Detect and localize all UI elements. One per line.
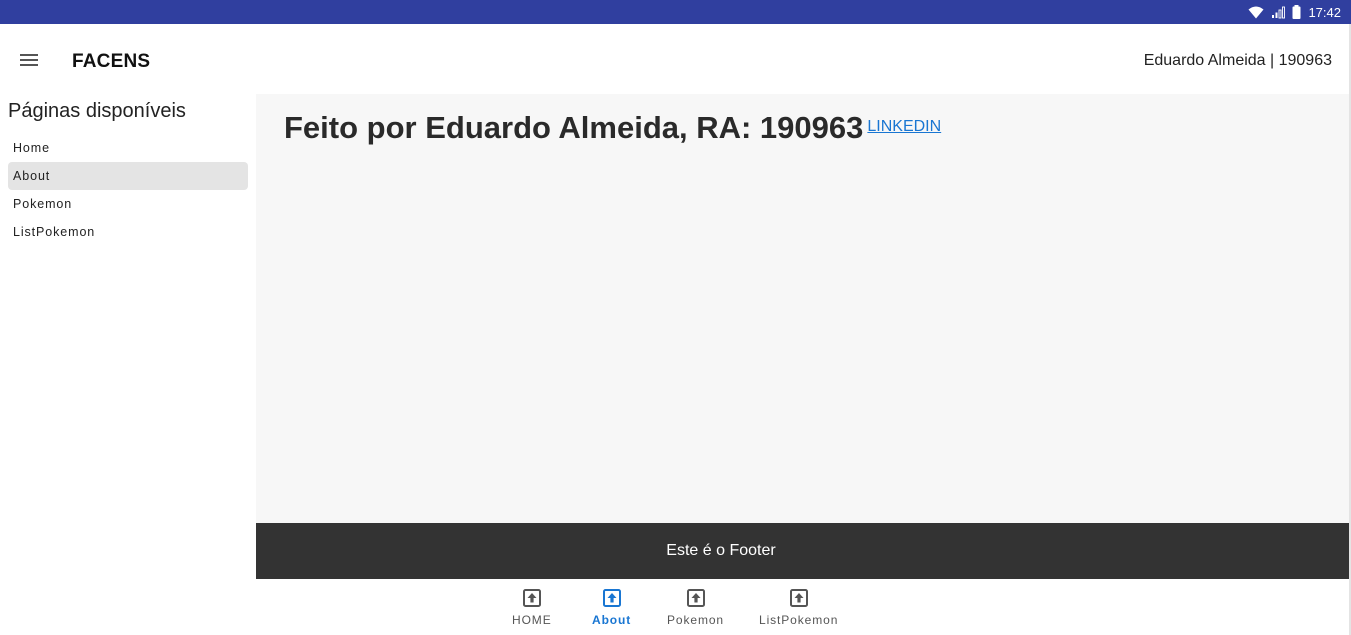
main-content: Feito por Eduardo Almeida, RA: 190963 LI… — [256, 94, 1349, 523]
battery-icon — [1292, 5, 1301, 19]
bottom-nav-listpokemon[interactable]: ListPokemon — [759, 589, 838, 627]
bottom-nav-about[interactable]: About — [592, 589, 631, 627]
sidebar-title: Páginas disponíveis — [8, 100, 186, 122]
sidebar-item-pokemon[interactable]: Pokemon — [8, 190, 248, 218]
bottom-nav-label: HOME — [512, 613, 552, 627]
footer-text: Este é o Footer — [666, 542, 776, 559]
bottom-nav-label: ListPokemon — [759, 613, 839, 627]
signal-icon — [1271, 6, 1286, 19]
sidebar-item-home[interactable]: Home — [8, 134, 248, 162]
footer: Este é o Footer — [256, 523, 1349, 579]
linkedin-link[interactable]: LINKEDIN — [867, 118, 941, 136]
bottom-nav-label: Pokemon — [667, 613, 724, 627]
sidebar-item-about[interactable]: About — [8, 162, 248, 190]
app-bar: FACENS Eduardo Almeida | 190963 — [0, 30, 1349, 94]
bottom-nav-home[interactable]: HOME — [512, 589, 552, 627]
wifi-icon — [1248, 6, 1264, 19]
upload-box-icon — [789, 589, 808, 610]
status-bar: 17:42 — [0, 0, 1351, 24]
sidebar-list: Home About Pokemon ListPokemon — [8, 134, 248, 246]
page-heading: Feito por Eduardo Almeida, RA: 190963 — [284, 110, 864, 145]
sidebar: Páginas disponíveis Home About Pokemon L… — [0, 94, 256, 635]
menu-button[interactable] — [14, 47, 44, 77]
app-title: FACENS — [72, 51, 151, 72]
bottom-nav: HOME About Pokemon ListPokemon — [256, 579, 1349, 635]
user-info: Eduardo Almeida | 190963 — [1143, 52, 1332, 69]
heading-row: Feito por Eduardo Almeida, RA: 190963 LI… — [284, 110, 941, 146]
sidebar-item-listpokemon[interactable]: ListPokemon — [8, 218, 248, 246]
bottom-nav-label: About — [592, 613, 632, 627]
upload-box-icon — [686, 589, 705, 610]
menu-icon — [20, 53, 38, 71]
upload-box-icon — [602, 589, 621, 610]
upload-box-icon — [522, 589, 541, 610]
bottom-nav-pokemon[interactable]: Pokemon — [667, 589, 724, 627]
status-time: 17:42 — [1308, 4, 1341, 20]
